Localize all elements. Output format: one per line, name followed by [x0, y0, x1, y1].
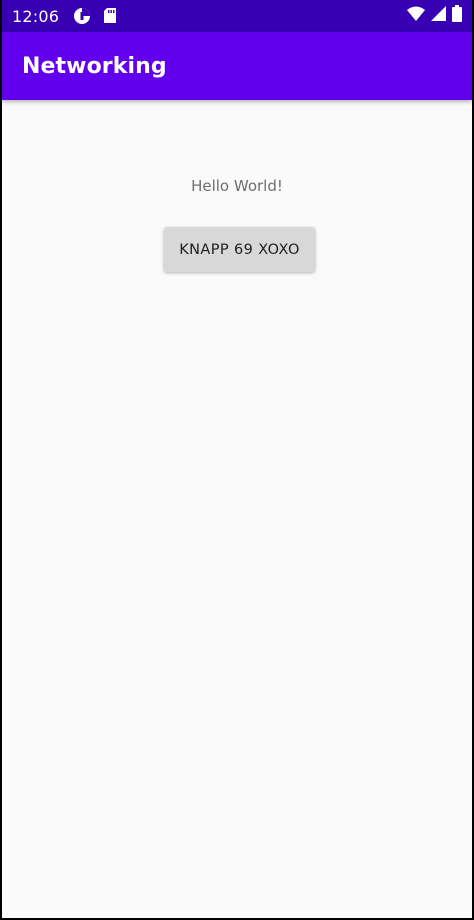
greeting-text: Hello World!	[191, 177, 283, 195]
app-bar: Networking	[2, 32, 472, 100]
data-saver-icon	[73, 7, 91, 25]
cell-signal-icon	[431, 6, 446, 26]
app-title: Networking	[22, 53, 167, 79]
wifi-icon	[407, 6, 425, 26]
device-screen: 12:06 Networking Hello World! KNAPP 69 X…	[0, 0, 474, 920]
status-bar: 12:06	[2, 0, 472, 32]
knapp-button[interactable]: KNAPP 69 XOXO	[164, 227, 315, 272]
main-content: Hello World! KNAPP 69 XOXO	[2, 100, 472, 918]
status-right-group	[407, 5, 462, 27]
status-time: 12:06	[12, 6, 60, 26]
sd-card-icon	[103, 8, 117, 24]
battery-icon	[452, 5, 462, 27]
